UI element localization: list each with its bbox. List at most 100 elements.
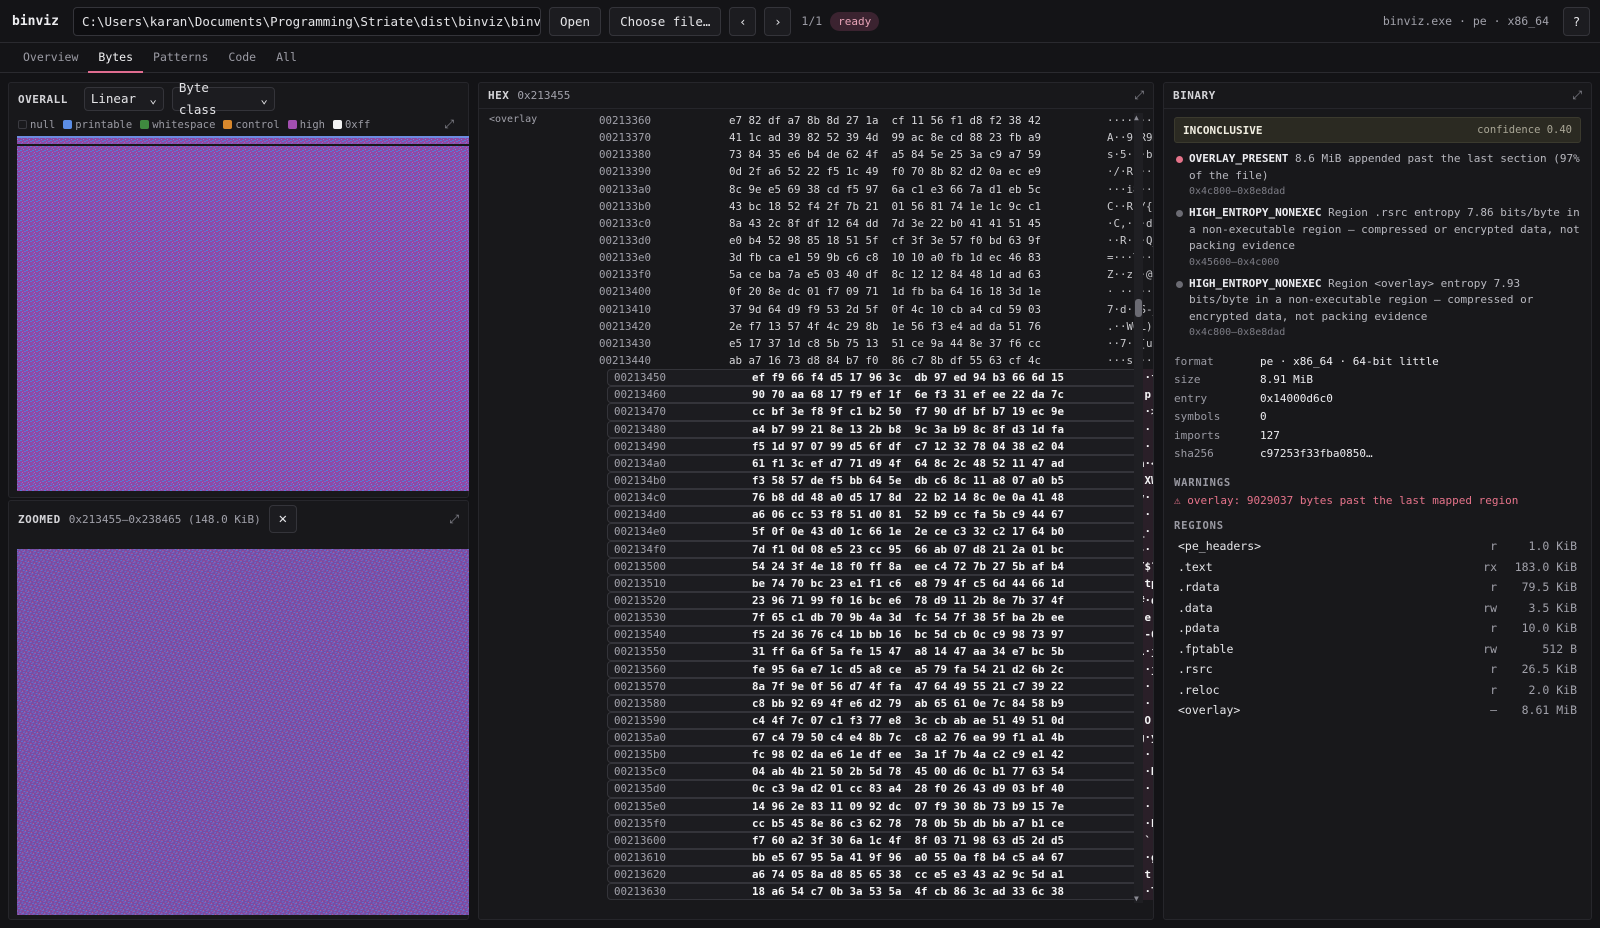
- hex-bytes[interactable]: be 74 70 bc 23 e1 f1 c6 e8 79 4f c5 6d 4…: [752, 575, 1064, 592]
- hex-row[interactable]: 002134a0 61 f1 3c ef d7 71 d9 4f 64 8c 2c…: [607, 454, 1153, 472]
- hex-row[interactable]: 002134f0 7d f1 0d 08 e5 23 cc 95 66 ab 07…: [607, 540, 1153, 558]
- tab-patterns[interactable]: Patterns: [143, 43, 218, 73]
- hex-bytes[interactable]: ab a7 16 73 d8 84 b7 f0 86 c7 8b df 55 6…: [729, 352, 1041, 369]
- hex-row[interactable]: 00213550 31 ff 6a 6f 5a fe 15 47 a8 14 47…: [607, 643, 1153, 661]
- hex-ascii[interactable]: · ·····q···d··=·: [1107, 283, 1153, 300]
- hex-row[interactable]: 002133f0 5a ce ba 7a e5 03 40 df 8c 12 12…: [599, 266, 1153, 283]
- hex-ascii[interactable]: ·C,···d·}>"·AAQE: [1107, 215, 1153, 232]
- hex-bytes[interactable]: 2e f7 13 57 4f 4c 29 8b 1e 56 f3 e4 ad d…: [729, 318, 1041, 335]
- hex-row[interactable]: 002134c0 76 b8 dd 48 a0 d5 17 8d 22 b2 14…: [607, 489, 1153, 507]
- hex-row[interactable]: 00213380 73 84 35 e6 b4 de 62 4f a5 84 5e…: [599, 146, 1153, 163]
- hex-bytes[interactable]: 73 84 35 e6 b4 de 62 4f a5 84 5e 25 3a c…: [729, 146, 1041, 163]
- hex-bytes[interactable]: 8a 7f 9e 0f 56 d7 4f fa 47 64 49 55 21 c…: [752, 678, 1064, 695]
- prev-file-button[interactable]: ‹: [729, 6, 757, 36]
- hex-bytes[interactable]: bb e5 67 95 5a 41 9f 96 a0 55 0a f8 b4 c…: [752, 849, 1064, 866]
- hex-row[interactable]: 00213620 a6 74 05 8a d8 85 65 38 cc e5 e3…: [607, 866, 1153, 884]
- next-file-button[interactable]: ›: [764, 6, 792, 36]
- hex-bytes[interactable]: f5 2d 36 76 c4 1b bb 16 bc 5d cb 0c c9 9…: [752, 626, 1064, 643]
- region-row[interactable]: .reloc r 2.0 KiB: [1164, 680, 1591, 701]
- hex-row[interactable]: 002135a0 67 c4 79 50 c4 e4 8b 7c c8 a2 76…: [607, 729, 1153, 747]
- hex-row[interactable]: 00213610 bb e5 67 95 5a 41 9f 96 a0 55 0a…: [607, 849, 1153, 867]
- hex-row[interactable]: 002134d0 a6 06 cc 53 f8 51 d0 81 52 b9 cc…: [607, 506, 1153, 524]
- hex-ascii[interactable]: ·/·R"··I·p······: [1107, 163, 1153, 180]
- hex-row[interactable]: 002135e0 14 96 2e 83 11 09 92 dc 07 f9 30…: [607, 797, 1153, 815]
- hex-ascii[interactable]: C··R·/{!·V·t····: [1107, 198, 1153, 215]
- hex-row[interactable]: 002135f0 cc b5 45 8e 86 c3 62 78 78 0b 5b…: [607, 814, 1153, 832]
- region-row[interactable]: <overlay> – 8.61 MiB: [1164, 700, 1591, 721]
- hex-row[interactable]: 00213500 54 24 3f 4e 18 f0 ff 8a ee c4 72…: [607, 557, 1153, 575]
- hex-row[interactable]: 00213540 f5 2d 36 76 c4 1b bb 16 bc 5d cb…: [607, 626, 1153, 644]
- hex-row[interactable]: 00213580 c8 bb 92 69 4f e6 d2 79 ab 65 61…: [607, 694, 1153, 712]
- hex-ascii[interactable]: 7·d··S-_·L····Y·: [1107, 301, 1153, 318]
- tab-overview[interactable]: Overview: [13, 43, 88, 73]
- hex-row[interactable]: 00213630 18 a6 54 c7 0b 3a 53 5a 4f cb 86…: [607, 883, 1153, 901]
- hex-row[interactable]: 00213410 37 9d 64 d9 f9 53 2d 5f 0f 4c 10…: [599, 301, 1153, 318]
- hex-ascii[interactable]: ···i8···j··fz··\: [1107, 181, 1153, 198]
- hex-bytes[interactable]: e5 17 37 1d c8 5b 75 13 51 ce 9a 44 8e 3…: [729, 335, 1041, 352]
- hex-bytes[interactable]: fe 95 6a e7 1c d5 a8 ce a5 79 fa 54 21 d…: [752, 661, 1064, 678]
- hex-bytes[interactable]: 37 9d 64 d9 f9 53 2d 5f 0f 4c 10 cb a4 c…: [729, 301, 1041, 318]
- region-row[interactable]: .pdata r 10.0 KiB: [1164, 618, 1591, 639]
- hex-row[interactable]: 00213520 23 96 71 99 f0 16 bc e6 78 d9 11…: [607, 591, 1153, 610]
- hex-row[interactable]: 00213560 fe 95 6a e7 1c d5 a8 ce a5 79 fa…: [607, 660, 1153, 678]
- tab-bytes[interactable]: Bytes: [88, 43, 144, 73]
- hex-bytes[interactable]: f5 1d 97 07 99 d5 6f df c7 12 32 78 04 3…: [752, 438, 1064, 455]
- hex-row[interactable]: 002133b0 43 bc 18 52 f4 2f 7b 21 01 56 81…: [599, 198, 1153, 215]
- region-row[interactable]: .text rx 183.0 KiB: [1164, 557, 1591, 578]
- hex-bytes[interactable]: f7 60 a2 3f 30 6a 1c 4f 8f 03 71 98 63 d…: [752, 832, 1064, 849]
- hex-ascii[interactable]: .··WOL)··V····Qv: [1107, 318, 1153, 335]
- hex-row[interactable]: 00213510 be 74 70 bc 23 e1 f1 c6 e8 79 4f…: [607, 574, 1153, 592]
- hex-bytes[interactable]: cc bf 3e f8 9f c1 b2 50 f7 90 df bf b7 1…: [752, 403, 1064, 420]
- hex-bytes[interactable]: 0d 2f a6 52 22 f5 1c 49 f0 70 8b 82 d2 0…: [729, 163, 1041, 180]
- hex-row[interactable]: 00213450 ef f9 66 f4 d5 17 96 3c db 97 ed…: [607, 369, 1153, 387]
- hex-bytes[interactable]: 3d fb ca e1 59 9b c6 c8 10 10 a0 fb 1d e…: [729, 249, 1041, 266]
- hex-bytes[interactable]: 5f 0f 0e 43 d0 1c 66 1e 2e ce c3 32 c2 1…: [752, 523, 1064, 540]
- hex-bytes[interactable]: e7 82 df a7 8b 8d 27 1a cf 11 56 f1 d8 f…: [729, 112, 1041, 129]
- hex-bytes[interactable]: 41 1c ad 39 82 52 39 4d 99 ac 8e cd 88 2…: [729, 129, 1041, 146]
- zoomed-byte-map[interactable]: [17, 549, 469, 915]
- hex-row[interactable]: 002134e0 5f 0f 0e 43 d0 1c 66 1e 2e ce c3…: [607, 523, 1153, 541]
- hex-bytes[interactable]: c8 bb 92 69 4f e6 d2 79 ab 65 61 0e 7c 8…: [752, 695, 1064, 712]
- hex-bytes[interactable]: 0c c3 9a d2 01 cc 83 a4 28 f0 26 43 d9 0…: [752, 780, 1064, 797]
- hex-row[interactable]: 002133a0 8c 9e e5 69 38 cd f5 97 6a c1 e3…: [599, 181, 1153, 198]
- hex-bytes[interactable]: cc b5 45 8e 86 c3 62 78 78 0b 5b db bb a…: [752, 815, 1064, 832]
- hex-bytes[interactable]: 0f 20 8e dc 01 f7 09 71 1d fb ba 64 16 1…: [729, 283, 1041, 300]
- scroll-down-icon[interactable]: ▼: [1134, 894, 1139, 903]
- hex-row[interactable]: 00213420 2e f7 13 57 4f 4c 29 8b 1e 56 f3…: [599, 318, 1153, 335]
- region-row[interactable]: .rdata r 79.5 KiB: [1164, 577, 1591, 598]
- hex-row[interactable]: 002135d0 0c c3 9a d2 01 cc 83 a4 28 f0 26…: [607, 780, 1153, 798]
- mode-select[interactable]: Byte class ⌄: [171, 80, 275, 117]
- region-row[interactable]: .rsrc r 26.5 KiB: [1164, 659, 1591, 680]
- hex-bytes[interactable]: 43 bc 18 52 f4 2f 7b 21 01 56 81 74 1e 1…: [729, 198, 1041, 215]
- hex-bytes[interactable]: c4 4f 7c 07 c1 f3 77 e8 3c cb ab ae 51 4…: [752, 712, 1064, 729]
- hex-row[interactable]: 00213590 c4 4f 7c 07 c1 f3 77 e8 3c cb ab…: [607, 711, 1153, 730]
- hex-row[interactable]: 00213570 8a 7f 9e 0f 56 d7 4f fa 47 64 49…: [607, 677, 1153, 695]
- hex-bytes[interactable]: 31 ff 6a 6f 5a fe 15 47 a8 14 47 aa 34 e…: [752, 643, 1064, 660]
- expand-icon[interactable]: ⤢: [1572, 88, 1582, 103]
- hex-row[interactable]: 00213430 e5 17 37 1d c8 5b 75 13 51 ce 9a…: [599, 335, 1153, 352]
- hex-scrollbar[interactable]: ▲ ▼: [1134, 113, 1143, 903]
- hex-bytes[interactable]: 76 b8 dd 48 a0 d5 17 8d 22 b2 14 8c 0e 0…: [752, 489, 1064, 506]
- hex-bytes[interactable]: f3 58 57 de f5 bb 64 5e db c6 8c 11 a8 0…: [752, 472, 1064, 489]
- expand-icon[interactable]: ⤢: [444, 117, 454, 132]
- tab-all[interactable]: All: [266, 43, 307, 73]
- hex-row[interactable]: 002135c0 04 ab 4b 21 50 2b 5d 78 45 00 d6…: [607, 763, 1153, 781]
- hex-bytes[interactable]: 7d f1 0d 08 e5 23 cc 95 66 ab 07 d8 21 2…: [752, 541, 1064, 558]
- hex-row[interactable]: 00213370 41 1c ad 39 82 52 39 4d 99 ac 8e…: [599, 129, 1153, 146]
- hex-bytes[interactable]: 23 96 71 99 f0 16 bc e6 78 d9 11 2b 8e 7…: [752, 592, 1064, 609]
- hex-bytes[interactable]: a6 06 cc 53 f8 51 d0 81 52 b9 cc fa 5b c…: [752, 506, 1064, 523]
- hex-ascii[interactable]: ·······'···V···8B: [1107, 112, 1153, 129]
- hex-bytes[interactable]: 8c 9e e5 69 38 cd f5 97 6a c1 e3 66 7a d…: [729, 181, 1041, 198]
- hex-bytes[interactable]: 18 a6 54 c7 0b 3a 53 5a 4f cb 86 3c ad 3…: [752, 883, 1064, 900]
- hex-row[interactable]: 002133e0 3d fb ca e1 59 9b c6 c8 10 10 a0…: [599, 249, 1153, 266]
- hex-row[interactable]: 002134b0 f3 58 57 de f5 bb 64 5e db c6 8c…: [607, 471, 1153, 490]
- hex-bytes[interactable]: 8a 43 2c 8f df 12 64 dd 7d 3e 22 b0 41 4…: [729, 215, 1041, 232]
- hex-row[interactable]: 00213390 0d 2f a6 52 22 f5 1c 49 f0 70 8b…: [599, 163, 1153, 180]
- hex-bytes[interactable]: 04 ab 4b 21 50 2b 5d 78 45 00 d6 0c b1 7…: [752, 763, 1064, 780]
- hex-row[interactable]: 00213600 f7 60 a2 3f 30 6a 1c 4f 8f 03 71…: [607, 831, 1153, 850]
- hex-ascii[interactable]: ··7··[u·Q··D·7··: [1107, 335, 1153, 352]
- hex-bytes[interactable]: a4 b7 99 21 8e 13 2b b8 9c 3a b9 8c 8f d…: [752, 421, 1064, 438]
- help-button[interactable]: ?: [1563, 6, 1590, 36]
- hex-ascii[interactable]: s·5···bO··^%:··Y: [1107, 146, 1153, 163]
- hex-bytes[interactable]: 54 24 3f 4e 18 f0 ff 8a ee c4 72 7b 27 5…: [752, 558, 1064, 575]
